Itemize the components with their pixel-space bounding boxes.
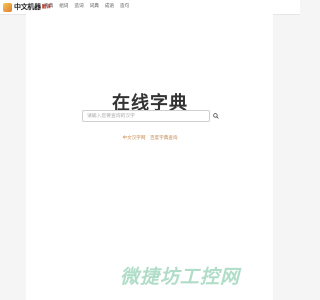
content-panel — [26, 14, 273, 300]
search-button[interactable] — [212, 111, 220, 121]
nav-item-chengyu[interactable]: 成语 — [105, 3, 114, 11]
nav-item-zidian[interactable]: 字典 — [44, 3, 53, 11]
nav-item-zaoju[interactable]: 造句 — [120, 3, 129, 11]
nav-item-zaoci[interactable]: 造词 — [74, 3, 83, 11]
search-input[interactable] — [82, 110, 210, 122]
logo-mark-icon — [3, 2, 12, 12]
link-zhongwen-hanzi[interactable]: 中文汉字网 — [122, 136, 145, 141]
watermark: 微捷坊工控网 — [120, 266, 241, 288]
link-baidu-zidian[interactable]: 百度字典查询 — [150, 136, 178, 141]
quick-links: 中文汉字网 百度字典查询 — [0, 135, 300, 141]
logo-text: 中文机器 — [14, 2, 41, 11]
top-navigation-bar: 中文机器 翻译 字典 组词 造词 词典 成语 造句 — [0, 0, 300, 15]
nav-item-zuci[interactable]: 组词 — [59, 3, 68, 11]
main-nav: 字典 组词 造词 词典 成语 造句 — [44, 3, 129, 11]
nav-item-cidian[interactable]: 词典 — [90, 3, 99, 11]
search-icon — [213, 113, 219, 119]
